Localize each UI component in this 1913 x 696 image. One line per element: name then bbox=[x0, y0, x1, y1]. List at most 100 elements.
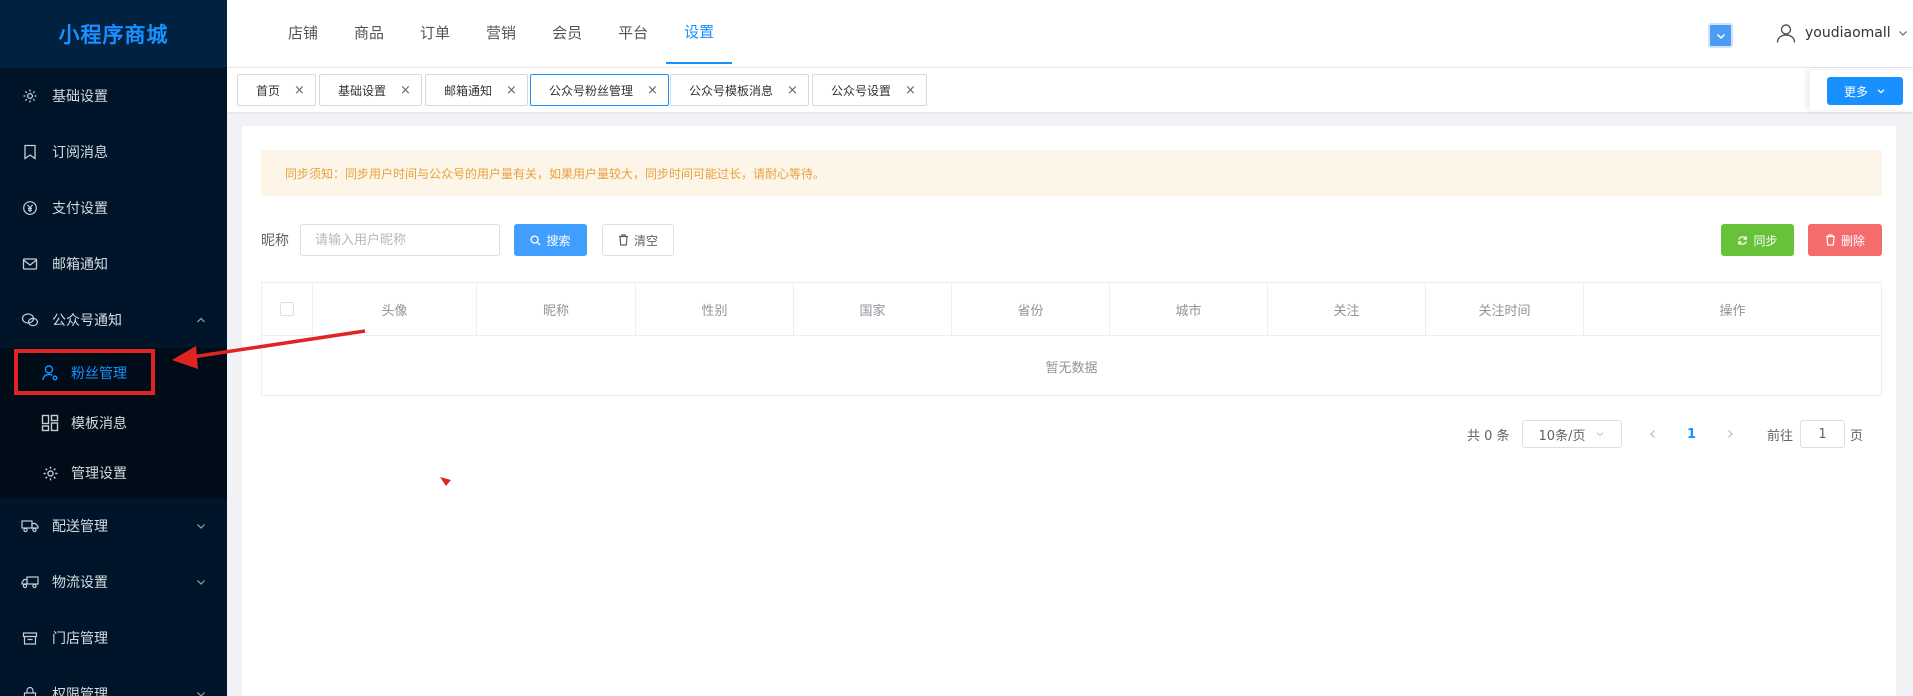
tag-official-account-settings[interactable]: 公众号设置 × bbox=[812, 74, 927, 106]
delete-button[interactable]: 删除 bbox=[1808, 224, 1882, 256]
sidebar-item-subscribe-message[interactable]: 订阅消息 bbox=[0, 124, 227, 180]
tag-label: 公众号粉丝管理 bbox=[549, 83, 634, 98]
page-size-value: 10条/页 bbox=[1538, 428, 1586, 444]
col-province: 省份 bbox=[952, 283, 1110, 335]
sidebar-item-basic-settings[interactable]: 基础设置 bbox=[0, 68, 227, 124]
nav-goods[interactable]: 商品 bbox=[336, 0, 402, 64]
more-button[interactable]: 更多 bbox=[1827, 77, 1903, 105]
tag-mail-notice[interactable]: 邮箱通知 × bbox=[425, 74, 528, 106]
close-icon[interactable]: × bbox=[787, 83, 798, 98]
sidebar-item-label: 支付设置 bbox=[52, 201, 108, 217]
nav-marketing[interactable]: 营销 bbox=[468, 0, 534, 64]
sidebar-item-label: 邮箱通知 bbox=[52, 257, 108, 273]
wechat-icon bbox=[21, 311, 39, 329]
gear-icon bbox=[40, 463, 60, 483]
truck-icon bbox=[21, 573, 39, 591]
chevron-down-icon bbox=[195, 688, 207, 696]
goto-label: 前往 bbox=[1767, 428, 1794, 444]
tag-template-message[interactable]: 公众号模板消息 × bbox=[670, 74, 809, 106]
sidebar-subitem-template-message[interactable]: 模板消息 bbox=[0, 398, 227, 448]
search-button[interactable]: 搜索 bbox=[514, 224, 587, 256]
chevron-down-icon bbox=[1595, 429, 1605, 439]
table-header: 头像 昵称 性别 国家 省份 城市 关注 关注时间 操作 bbox=[262, 283, 1881, 336]
tag-label: 邮箱通知 bbox=[444, 83, 493, 98]
tag-label: 基础设置 bbox=[338, 83, 387, 98]
sidebar-item-store[interactable]: 门店管理 bbox=[0, 610, 227, 666]
chevron-down-icon bbox=[195, 520, 207, 532]
tag-label: 公众号设置 bbox=[831, 83, 892, 98]
gear-icon bbox=[21, 87, 39, 105]
delete-label: 删除 bbox=[1840, 233, 1865, 248]
close-icon[interactable]: × bbox=[647, 83, 658, 98]
user-menu[interactable]: youdiaomall bbox=[1775, 22, 1909, 44]
nav-platform[interactable]: 平台 bbox=[600, 0, 666, 64]
clear-label: 清空 bbox=[633, 233, 658, 248]
sidebar-item-official-account-notice[interactable]: 公众号通知 bbox=[0, 292, 227, 348]
tags-bar: 首页 × 基础设置 × 邮箱通知 × 公众号粉丝管理 × 公众号模板消息 × 公众号设置 ×… bbox=[227, 68, 1913, 112]
sidebar-item-delivery[interactable]: 配送管理 bbox=[0, 498, 227, 554]
sidebar-item-label: 配送管理 bbox=[52, 519, 108, 535]
select-all-cell bbox=[262, 283, 313, 335]
refresh-icon bbox=[1737, 235, 1748, 246]
sidebar: 小程序商城 基础设置 订阅消息 支付设置 邮箱通知 公众号通知 粉丝管理 模板消… bbox=[0, 0, 227, 696]
sidebar-subitem-manage-settings[interactable]: 管理设置 bbox=[0, 448, 227, 498]
more-label: 更多 bbox=[1843, 84, 1868, 99]
username: youdiaomall bbox=[1805, 25, 1891, 41]
nav-orders[interactable]: 订单 bbox=[402, 0, 468, 64]
tag-home[interactable]: 首页 × bbox=[237, 74, 316, 106]
page-number-1[interactable]: 1 bbox=[1687, 420, 1696, 448]
sidebar-item-label: 订阅消息 bbox=[52, 145, 108, 161]
search-label: 搜索 bbox=[546, 233, 571, 248]
sync-label: 同步 bbox=[1753, 233, 1778, 248]
sidebar-item-label: 公众号通知 bbox=[52, 313, 122, 329]
close-icon[interactable]: × bbox=[294, 83, 305, 98]
chevron-down-icon bbox=[1716, 33, 1725, 39]
close-icon[interactable]: × bbox=[506, 83, 517, 98]
trash-icon bbox=[1825, 234, 1836, 246]
sync-button[interactable]: 同步 bbox=[1721, 224, 1794, 256]
sidebar-item-logistics[interactable]: 物流设置 bbox=[0, 554, 227, 610]
col-follow: 关注 bbox=[1268, 283, 1426, 335]
nav-shop[interactable]: 店铺 bbox=[270, 0, 336, 64]
chevron-down-icon bbox=[1898, 31, 1907, 36]
tag-label: 公众号模板消息 bbox=[689, 83, 774, 98]
chevron-right-icon bbox=[1728, 430, 1733, 438]
page-size-select[interactable]: 10条/页 bbox=[1522, 420, 1622, 448]
nickname-label: 昵称 bbox=[261, 233, 289, 249]
sidebar-item-label: 物流设置 bbox=[52, 575, 108, 591]
page-suffix-label: 页 bbox=[1850, 428, 1864, 444]
close-icon[interactable]: × bbox=[400, 83, 411, 98]
tag-basic-settings[interactable]: 基础设置 × bbox=[319, 74, 422, 106]
app-logo: 小程序商城 bbox=[0, 0, 227, 68]
col-avatar: 头像 bbox=[313, 283, 477, 335]
sidebar-item-label: 门店管理 bbox=[52, 631, 108, 647]
main-panel bbox=[242, 126, 1896, 696]
sidebar-item-permission[interactable]: 权限管理 bbox=[0, 666, 227, 696]
col-actions: 操作 bbox=[1719, 303, 1746, 319]
sidebar-item-label: 管理设置 bbox=[71, 466, 127, 482]
dropdown-toggle-button[interactable] bbox=[1708, 23, 1733, 48]
col-gender: 性别 bbox=[636, 283, 794, 335]
chevron-down-icon bbox=[1877, 89, 1885, 94]
pagination-total: 共 0 条 bbox=[1467, 428, 1510, 444]
sidebar-item-mail-notice[interactable]: 邮箱通知 bbox=[0, 236, 227, 292]
nav-members[interactable]: 会员 bbox=[534, 0, 600, 64]
tag-fans-management[interactable]: 公众号粉丝管理 × bbox=[530, 74, 669, 106]
prev-page-button[interactable] bbox=[1647, 420, 1659, 448]
truck-icon bbox=[21, 517, 39, 535]
chevron-down-icon bbox=[195, 576, 207, 588]
nickname-search-input[interactable] bbox=[300, 224, 500, 256]
avatar-user-icon bbox=[1776, 24, 1796, 43]
nav-settings[interactable]: 设置 bbox=[666, 0, 733, 64]
mail-icon bbox=[21, 255, 39, 273]
trash-icon bbox=[618, 234, 629, 246]
clear-button[interactable]: 清空 bbox=[602, 224, 674, 256]
sync-notice: 同步须知：同步用户时间与公众号的用户量有关，如果用户量较大，同步时间可能过长，请… bbox=[261, 150, 1882, 196]
close-icon[interactable]: × bbox=[905, 83, 916, 98]
next-page-button[interactable] bbox=[1724, 420, 1736, 448]
sidebar-item-payment-settings[interactable]: 支付设置 bbox=[0, 180, 227, 236]
lock-icon bbox=[21, 685, 39, 696]
select-all-checkbox[interactable] bbox=[280, 302, 294, 316]
goto-page-input[interactable]: 1 bbox=[1800, 420, 1845, 448]
tag-label: 首页 bbox=[256, 83, 281, 98]
